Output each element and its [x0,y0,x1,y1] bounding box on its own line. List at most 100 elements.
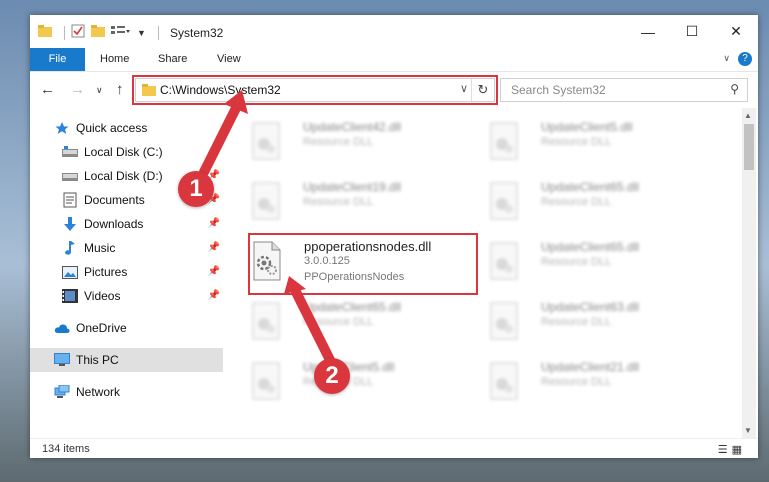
file-name: UpdateClient5.dll [541,120,633,134]
refresh-icon[interactable]: ↻ [471,79,494,101]
file-version: 3.0.0.125 [304,255,350,267]
file-name: UpdateClient63.dll [541,300,640,314]
list-item[interactable]: UpdateClient5.dll Resource DLL [489,118,719,176]
sidebar-item-this-pc[interactable]: This PC [30,348,223,372]
sidebar-item-label: Local Disk (D:) [84,169,163,183]
music-icon [62,240,78,256]
dll-file-icon [252,182,280,220]
documents-icon [62,192,78,208]
search-icon[interactable]: ⚲ [730,82,739,96]
callout-badge-1: 1 [178,171,214,207]
file-name: UpdateClient65.dll [541,240,640,254]
tab-file[interactable]: File [30,48,85,71]
toolbar-divider [157,26,159,40]
sidebar-item-label: Pictures [84,265,128,279]
dll-file-icon [252,122,280,160]
list-item[interactable]: UpdateClient19.dll Resource DLL [251,178,481,236]
address-path[interactable]: C:\Windows\System32 [160,83,281,97]
tab-share[interactable]: Share [158,48,187,71]
pin-icon[interactable]: 📌 [208,290,220,301]
window-controls: — ☐ ✕ [626,15,758,48]
folder-icon[interactable] [38,24,52,42]
callout-badge-2: 2 [314,358,350,394]
sidebar-item-onedrive[interactable]: OneDrive [30,316,223,340]
download-icon [62,216,78,232]
navigation-pane: Quick access Local Disk (C:) 📌 Local Dis… [30,108,223,438]
dll-file-icon [252,362,280,400]
file-description: Resource DLL [303,196,374,208]
expand-ribbon-icon[interactable]: ∨ [723,53,730,64]
pin-icon[interactable]: 📌 [208,242,220,253]
pin-icon[interactable]: 📌 [208,146,220,157]
tab-view[interactable]: View [217,48,241,71]
customize-toolbar-icon[interactable] [111,24,131,42]
scroll-up-icon[interactable]: ▲ [744,111,752,120]
sidebar-item-label: Quick access [76,121,148,135]
pictures-icon [62,264,78,280]
sidebar-item-quick-access[interactable]: Quick access [30,116,223,140]
pin-icon[interactable]: 📌 [208,266,220,277]
chevron-down-icon[interactable]: ∨ [460,82,468,95]
vertical-scrollbar[interactable]: ▲ ▼ [742,108,756,438]
status-bar: 134 items ☰▦ [30,438,758,458]
scroll-down-icon[interactable]: ▼ [744,426,752,435]
list-item[interactable]: UpdateClient65.dll Resource DLL [489,178,719,236]
chevron-down-icon[interactable]: ▼ [137,28,146,38]
drive-icon [62,168,78,184]
file-description: Resource DLL [541,136,612,148]
tiles-view-icon[interactable]: ▦ [732,444,746,456]
recent-locations-icon[interactable]: ∨ [96,85,103,96]
list-item[interactable]: UpdateClient63.dll Resource DLL [489,298,719,356]
sidebar-item-local-disk-c[interactable]: Local Disk (C:) 📌 [30,140,223,164]
file-description: Resource DLL [541,196,612,208]
back-icon[interactable]: ← [40,81,55,98]
drive-icon [62,144,78,160]
toolbar-divider [64,26,65,40]
file-description: Resource DLL [541,256,612,268]
address-bar[interactable]: C:\Windows\System32 ∨ ↻ [132,75,498,105]
file-description: Resource DLL [541,316,612,328]
navigation-bar: ← → ∨ ↑ C:\Windows\System32 ∨ ↻ Search S… [30,72,758,108]
details-view-icon[interactable]: ☰ [718,444,732,456]
file-description: Resource DLL [303,316,374,328]
dll-file-icon [253,241,281,281]
sidebar-item-label: Videos [84,289,121,303]
sidebar-item-videos[interactable]: Videos 📌 [30,284,223,308]
file-description: Resource DLL [303,136,374,148]
list-item[interactable]: UpdateClient65.dll Resource DLL [489,238,719,296]
videos-icon [62,288,78,304]
search-box[interactable]: Search System32 ⚲ [500,78,748,102]
list-item[interactable]: UpdateClient5.dll Resource DLL [251,358,481,416]
list-item[interactable]: UpdateClient21.dll Resource DLL [489,358,719,416]
close-button[interactable]: ✕ [714,15,758,48]
file-name: UpdateClient65.dll [541,180,640,194]
list-item[interactable]: UpdateClient65.dll Resource DLL [251,298,481,356]
sidebar-item-label: Documents [84,193,145,207]
list-item[interactable]: ppoperationsnodes.dll 3.0.0.125 PPOperat… [252,237,482,295]
new-folder-icon[interactable] [91,24,105,42]
pin-icon[interactable]: 📌 [208,218,220,229]
file-description: PPOperationsNodes [304,271,405,283]
up-icon[interactable]: ↑ [116,81,124,98]
help-icon[interactable]: ? [738,52,752,66]
maximize-button[interactable]: ☐ [670,15,714,48]
tab-home[interactable]: Home [100,48,129,71]
sidebar-item-downloads[interactable]: Downloads 📌 [30,212,223,236]
sidebar-item-network[interactable]: Network [30,380,223,404]
highlighted-file[interactable]: ppoperationsnodes.dll 3.0.0.125 PPOperat… [248,233,478,295]
forward-icon[interactable]: → [70,81,85,98]
scrollbar-thumb[interactable] [744,124,754,170]
dll-file-icon [490,302,518,340]
sidebar-item-label: OneDrive [76,321,127,335]
search-input[interactable]: Search System32 [511,83,606,97]
minimize-button[interactable]: — [626,15,670,48]
sidebar-item-label: Music [84,241,116,255]
dll-file-icon [252,302,280,340]
sidebar-item-label: This PC [76,353,119,367]
list-item[interactable]: UpdateClient42.dll Resource DLL [251,118,481,176]
file-name: UpdateClient65.dll [303,300,402,314]
computer-icon [54,352,70,368]
sidebar-item-pictures[interactable]: Pictures 📌 [30,260,223,284]
sidebar-item-music[interactable]: Music 📌 [30,236,223,260]
properties-icon[interactable] [71,24,85,43]
